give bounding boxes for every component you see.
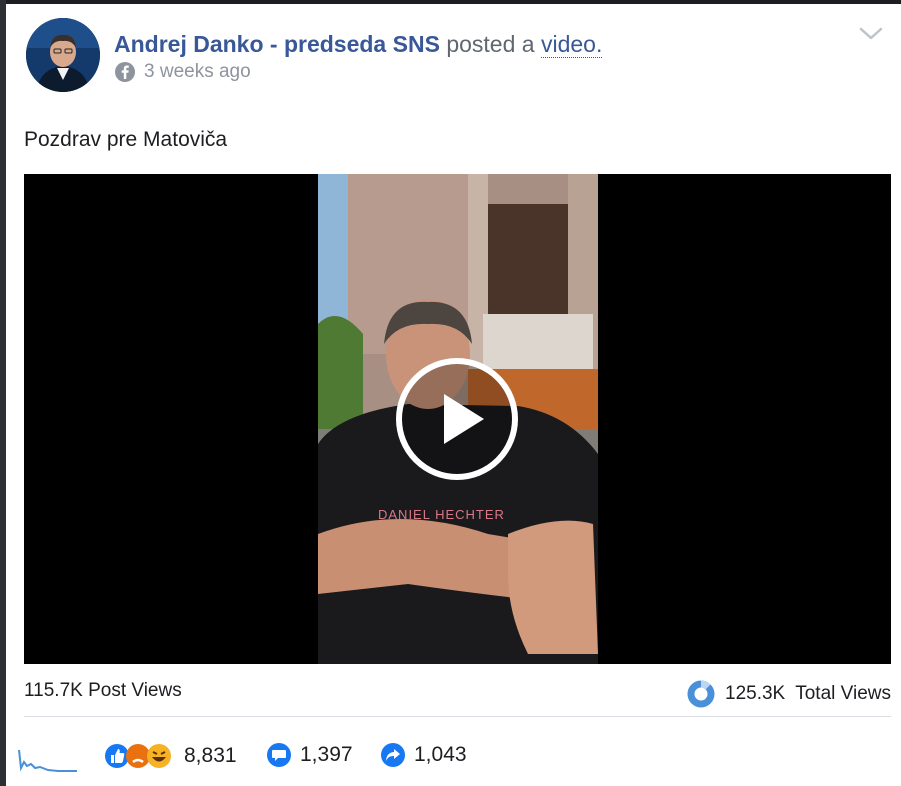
shirt-text: DANIEL HECHTER: [378, 507, 505, 522]
posted-text: posted a: [446, 31, 535, 57]
total-views[interactable]: 125.3K Total Views: [687, 680, 891, 708]
donut-chart-icon: [687, 680, 715, 708]
post-views: 115.7K Post Views: [24, 680, 182, 701]
facebook-icon: [115, 62, 135, 82]
post-meta: 3 weeks ago: [114, 61, 251, 83]
play-button[interactable]: [394, 356, 520, 482]
comment-icon: [267, 743, 291, 767]
timestamp[interactable]: 3 weeks ago: [144, 61, 251, 83]
author-name-link[interactable]: Andrej Danko - predseda SNS: [114, 31, 440, 57]
shares-value: 1,043: [414, 743, 467, 766]
video-player[interactable]: DANIEL HECHTER: [24, 174, 891, 664]
post-caption: Pozdrav pre Matoviča: [24, 128, 228, 151]
divider: [24, 716, 891, 717]
share-icon: [381, 743, 405, 767]
avatar[interactable]: [26, 18, 100, 92]
reactions-value: 8,831: [184, 744, 237, 767]
play-icon: [396, 358, 518, 480]
reactions-count[interactable]: 8,831: [104, 742, 237, 770]
sparkline-icon[interactable]: [18, 746, 78, 774]
chevron-down-icon[interactable]: [859, 26, 883, 42]
shares-count[interactable]: 1,043: [380, 742, 467, 768]
post-header: Andrej Danko - predseda SNS posted a vid…: [114, 31, 603, 58]
total-views-value: 125.3K: [725, 683, 786, 704]
post-card: Andrej Danko - predseda SNS posted a vid…: [6, 4, 901, 786]
total-views-label: Total Views: [795, 683, 891, 704]
video-link[interactable]: video.: [540, 31, 603, 58]
comments-count[interactable]: 1,397: [266, 742, 353, 768]
person-portrait-icon: [26, 18, 100, 92]
comments-value: 1,397: [300, 743, 353, 766]
reaction-icons: [104, 742, 176, 770]
views-row: 115.7K Post Views 125.3K Total Views: [24, 680, 891, 708]
